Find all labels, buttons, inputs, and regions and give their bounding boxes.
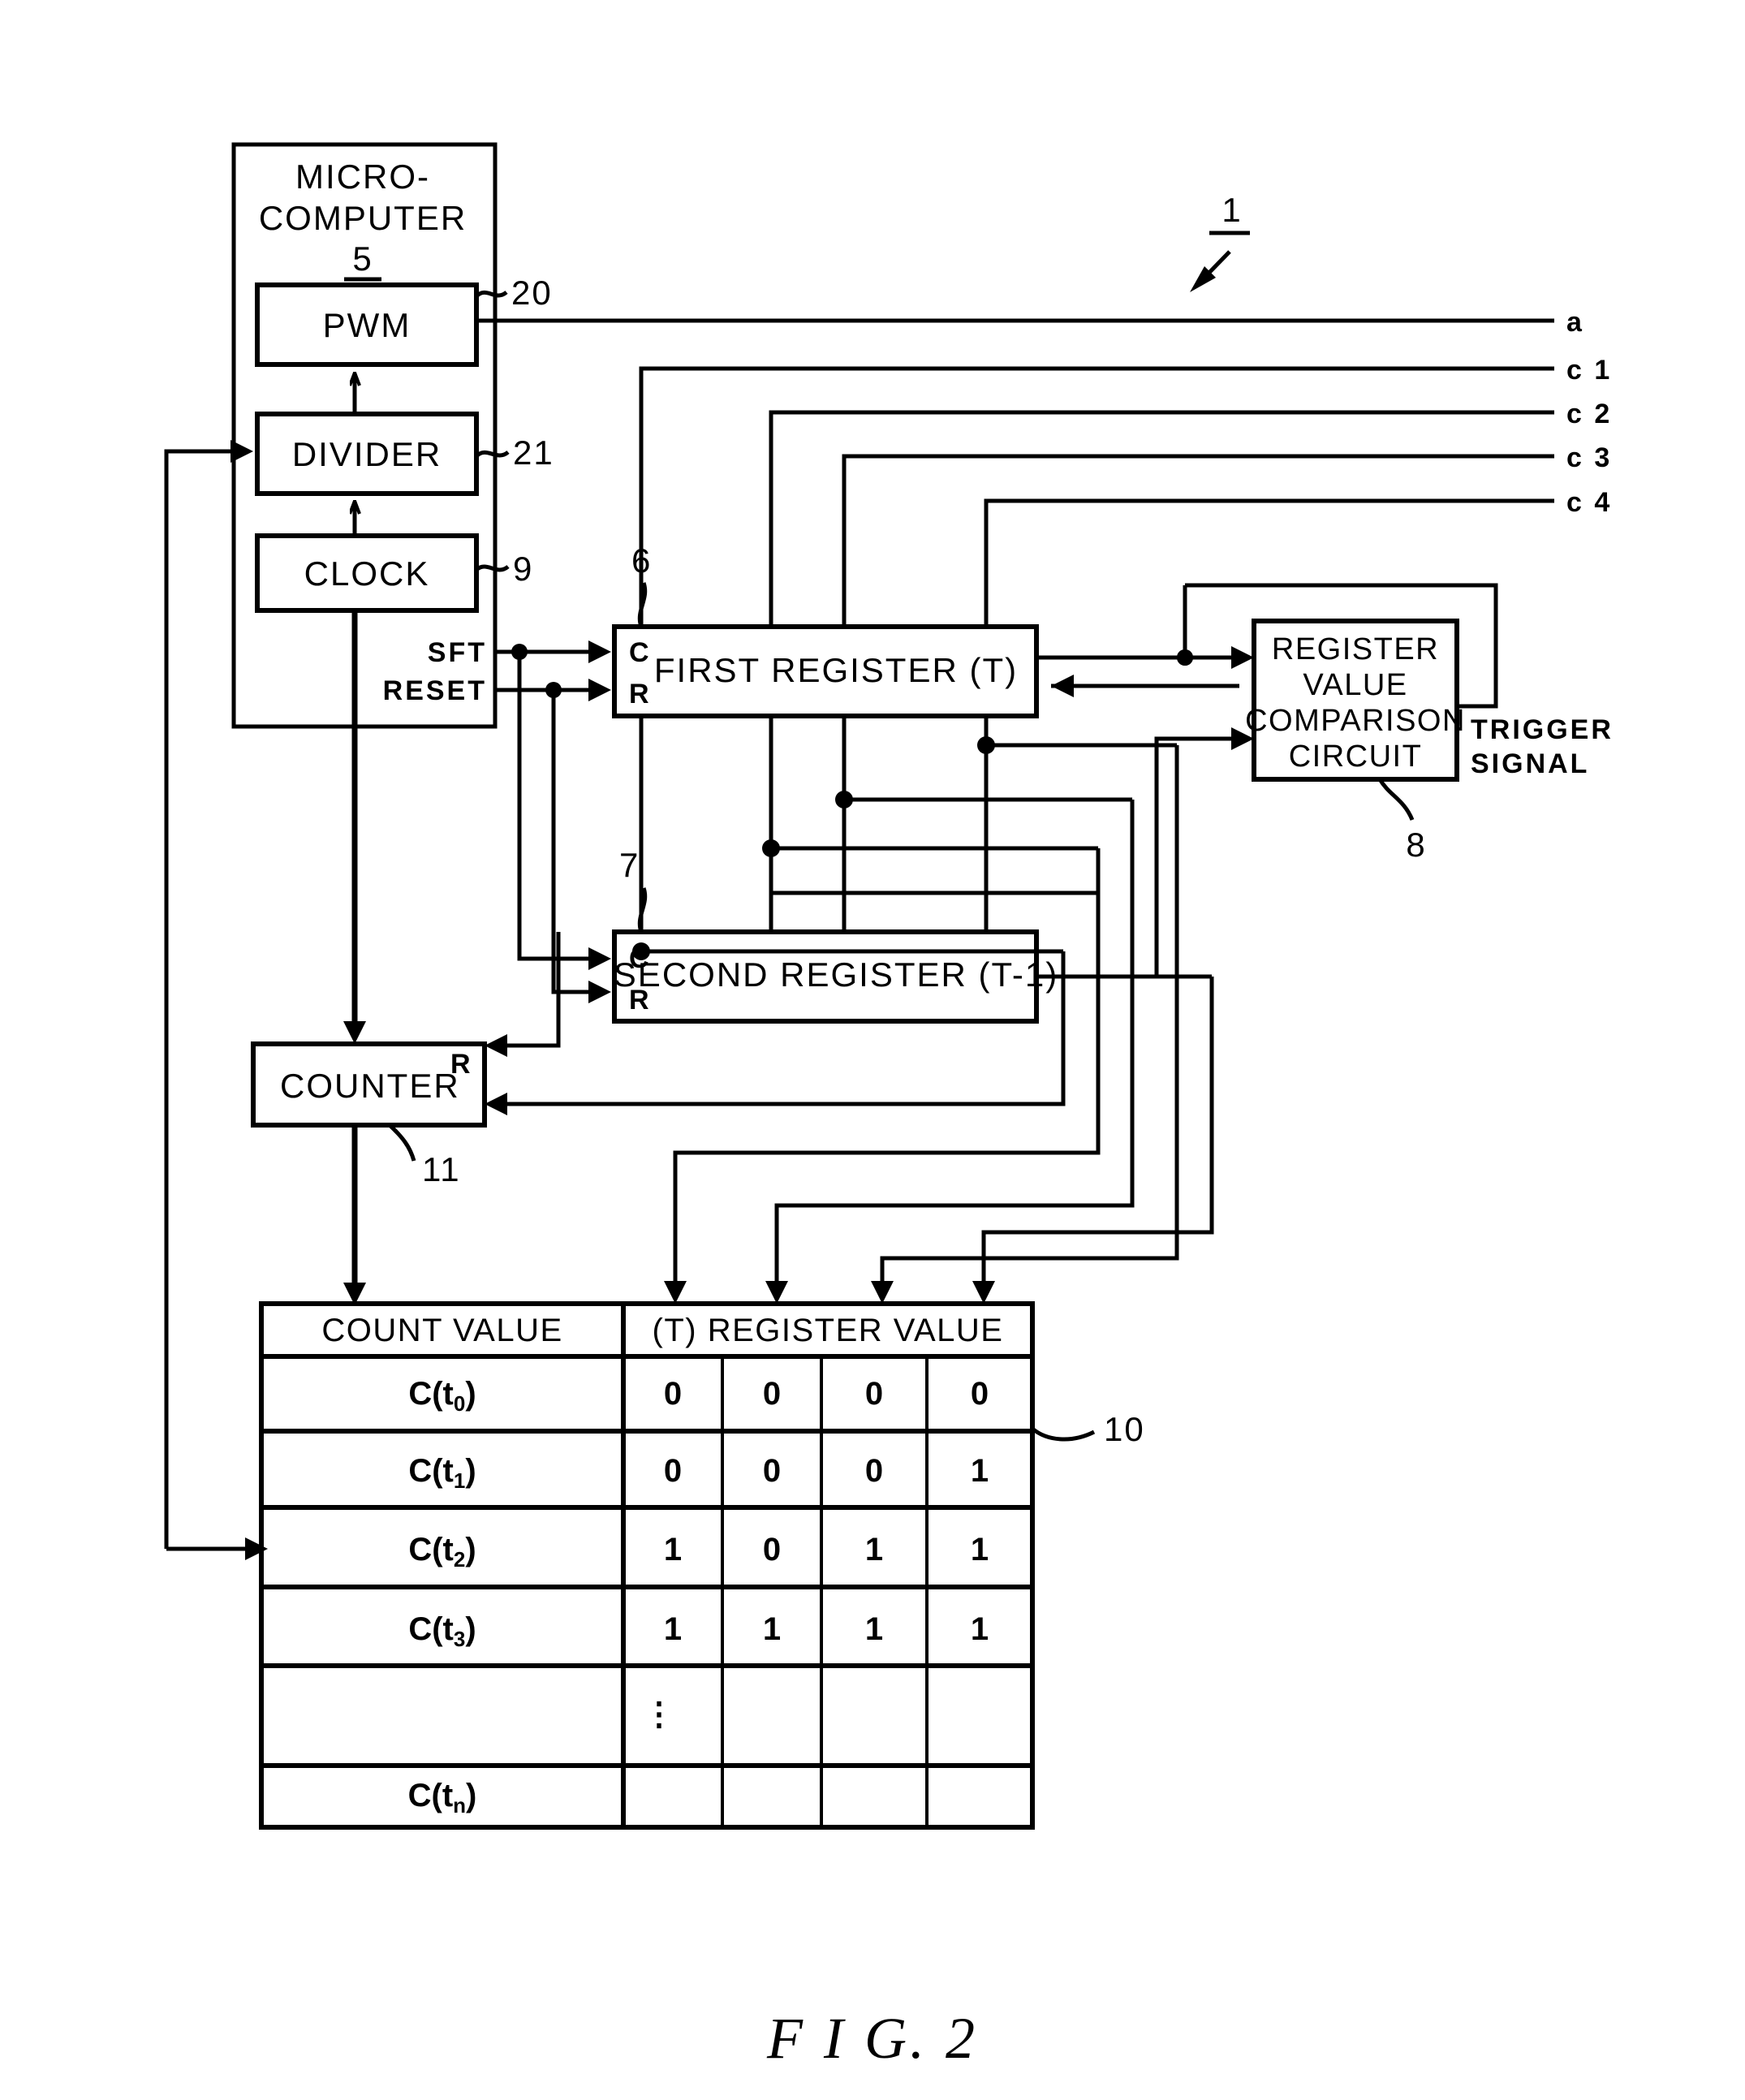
row2-label: C(t [408, 1532, 454, 1567]
second-register-ref: 7 [619, 846, 640, 884]
wire-output-c1 [639, 366, 1554, 627]
wire-reg2-to-comparator [1036, 727, 1254, 979]
first-register-block: C R FIRST REGISTER (T) 6 [612, 541, 1039, 718]
row2-bit3: 1 [971, 1532, 989, 1567]
signal-label-a: a [1566, 307, 1584, 338]
divider-ref: 21 [513, 433, 554, 472]
row1-bit1: 0 [763, 1453, 781, 1489]
row5-close: ) [466, 1778, 476, 1813]
comparison-label-line4: CIRCUIT [1289, 740, 1423, 774]
sft-label: SFT [428, 637, 487, 668]
row2-close: ) [465, 1532, 476, 1567]
counter-block: COUNTER R 11 [251, 1041, 487, 1188]
row2-bit2: 1 [865, 1532, 883, 1567]
system-reference: 1 [1190, 191, 1250, 292]
trigger-signal-line2: SIGNAL [1471, 748, 1589, 779]
row1-bit3: 1 [971, 1453, 989, 1489]
pwm-ref: 20 [511, 274, 553, 312]
clock-ref: 9 [513, 550, 533, 588]
counter-reset-pin: R [450, 1049, 471, 1080]
counter-label: COUNTER [280, 1067, 460, 1105]
row3-bit2: 1 [865, 1611, 883, 1647]
wire-feedback-loop [164, 440, 268, 1560]
row1-label: C(t [408, 1453, 454, 1489]
trigger-signal-line1: TRIGGER [1471, 714, 1614, 745]
row0-bit0: 0 [664, 1376, 682, 1412]
row1-close: ) [465, 1453, 476, 1489]
row3-close: ) [465, 1611, 476, 1647]
first-register-label: FIRST REGISTER (T) [654, 651, 1018, 689]
bus-taps [632, 736, 1177, 960]
pwm-label: PWM [323, 306, 411, 344]
svg-text:C(t1): C(t1) [408, 1453, 476, 1493]
signal-label-c1: c 1 [1566, 355, 1612, 386]
svg-text:C(t2): C(t2) [408, 1532, 476, 1572]
value-table: COUNT VALUE (T) REGISTER VALUE C(t0) 0 0… [259, 1301, 1145, 1830]
row0-sub: 0 [454, 1391, 465, 1416]
row0-bit1: 0 [763, 1376, 781, 1412]
row3-bit3: 1 [971, 1611, 989, 1647]
clock-label: CLOCK [304, 554, 430, 593]
first-register-clock-pin: C [629, 637, 649, 668]
reset-label: RESET [383, 675, 487, 706]
signal-label-c4: c 4 [1566, 487, 1612, 518]
wire-output-c2 [769, 410, 1554, 627]
comparison-ref: 8 [1406, 826, 1426, 864]
system-ref-number: 1 [1222, 191, 1242, 229]
row0-close: ) [465, 1376, 476, 1412]
first-register-reset-pin: R [629, 679, 649, 709]
comparison-label-line3: COMPARISON [1245, 704, 1466, 738]
table-ellipsis: ⋮ [643, 1697, 675, 1732]
wire-output-c4 [984, 498, 1554, 627]
comparison-label-line2: VALUE [1303, 668, 1407, 702]
row3-bit1: 1 [763, 1611, 781, 1647]
svg-text:C(t3): C(t3) [408, 1611, 476, 1651]
svg-text:C(t0): C(t0) [408, 1376, 476, 1416]
row2-bit0: 1 [664, 1532, 682, 1567]
comparison-label-line1: REGISTER [1272, 632, 1439, 666]
table-row: C(t3) 1 1 1 1 [408, 1611, 989, 1651]
microcomputer-ref: 5 [352, 239, 373, 278]
bus-reg1-to-reg2 [639, 716, 989, 932]
table-row: C(tn) [408, 1778, 477, 1818]
second-register-block: C R SECOND REGISTER (T-1) 7 [612, 846, 1058, 1024]
row5-label: C(t [408, 1778, 454, 1813]
patent-figure: MICRO- COMPUTER 5 PWM 20 DIVIDER 21 CLOC… [0, 0, 1745, 2100]
table-row: C(t0) 0 0 0 0 [408, 1376, 989, 1416]
svg-text:C(tn): C(tn) [408, 1778, 477, 1818]
row0-label: C(t [408, 1376, 454, 1412]
row5-sub: n [453, 1793, 466, 1818]
table-row-ellipsis: ⋮ [643, 1697, 675, 1732]
comparison-circuit-block: REGISTER VALUE COMPARISON CIRCUIT 8 [1245, 619, 1466, 864]
wire-reg1-to-comparator [1036, 585, 1254, 697]
row3-label: C(t [408, 1611, 454, 1647]
row1-sub: 1 [454, 1468, 465, 1493]
divider-block: DIVIDER 21 [255, 412, 554, 496]
microcomputer-label-line2: COMPUTER [259, 199, 467, 237]
row0-bit3: 0 [971, 1376, 989, 1412]
table-ref: 10 [1104, 1410, 1145, 1448]
row2-bit1: 0 [763, 1532, 781, 1567]
table-row: C(t1) 0 0 0 1 [408, 1453, 989, 1493]
wire-output-c3 [842, 454, 1554, 627]
signal-label-c3: c 3 [1566, 442, 1612, 473]
microcomputer-label-line1: MICRO- [295, 157, 430, 196]
bus-to-table [664, 745, 1214, 1304]
divider-label: DIVIDER [292, 435, 442, 473]
table-row: C(t2) 1 0 1 1 [408, 1532, 989, 1572]
second-register-label: SECOND REGISTER (T-1) [614, 955, 1058, 994]
table-header-count-value: COUNT VALUE [321, 1313, 562, 1348]
row1-bit0: 0 [664, 1453, 682, 1489]
figure-caption: F I G. 2 [766, 2006, 978, 2071]
row0-bit2: 0 [865, 1376, 883, 1412]
signal-label-c2: c 2 [1566, 399, 1612, 429]
counter-ref: 11 [422, 1150, 461, 1188]
row2-sub: 2 [454, 1547, 465, 1572]
table-header-register-value: (T) REGISTER VALUE [653, 1313, 1004, 1348]
row3-bit0: 1 [664, 1611, 682, 1647]
row3-sub: 3 [454, 1627, 465, 1651]
row1-bit2: 0 [865, 1453, 883, 1489]
clock-block: CLOCK 9 [255, 533, 533, 613]
